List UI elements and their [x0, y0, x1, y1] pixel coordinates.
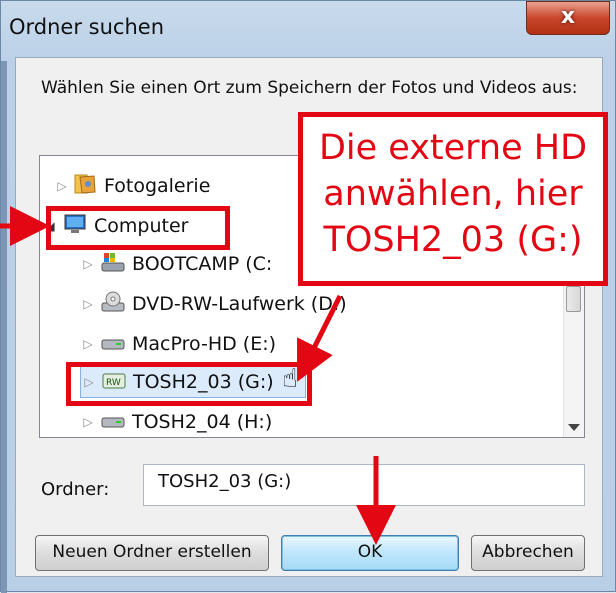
- windows-drive-icon: [100, 251, 126, 278]
- dvd-drive-icon: [100, 291, 126, 318]
- dialog-title: Ordner suchen: [9, 15, 164, 39]
- hard-drive-icon: [100, 331, 126, 358]
- hard-drive-icon: [100, 409, 126, 436]
- tree-item-label: BOOTCAMP (C:: [132, 253, 273, 275]
- highlight-computer: [46, 206, 230, 250]
- scrollbar-thumb[interactable]: [566, 286, 581, 312]
- tree-item-bootcamp[interactable]: ▷ BOOTCAMP (C:: [80, 248, 272, 280]
- annotation-callout: Die externe HD anwählen, hier TOSH2_03 (…: [298, 112, 608, 286]
- close-button[interactable]: x: [526, 1, 610, 35]
- tree-item-dvd-rw[interactable]: ▷ DVD-RW-Laufwerk (D:): [80, 288, 347, 320]
- tree-item-tosh2-04[interactable]: ▷ TOSH2_04 (H:): [80, 406, 273, 437]
- expand-arrow-icon[interactable]: ▷: [80, 297, 96, 311]
- folder-label: Ordner:: [41, 479, 110, 500]
- cancel-button[interactable]: Abbrechen: [471, 535, 585, 571]
- tree-item-label: MacPro-HD (E:): [132, 333, 277, 355]
- window-frame-edge: [1, 61, 7, 593]
- scroll-down-arrow-icon[interactable]: [568, 424, 580, 431]
- expand-arrow-icon[interactable]: ▷: [54, 179, 70, 193]
- expand-arrow-icon[interactable]: ▷: [80, 257, 96, 271]
- tree-item-macpro-hd[interactable]: ▷ MacPro-HD (E:): [80, 328, 276, 360]
- ok-button[interactable]: OK: [281, 535, 459, 571]
- tree-item-fotogalerie[interactable]: ▷ Fotogalerie: [54, 170, 210, 202]
- highlight-tosh2-03: [66, 362, 312, 406]
- folder-field[interactable]: TOSH2_03 (G:): [143, 464, 585, 506]
- tree-item-label: Fotogalerie: [104, 175, 211, 197]
- dialog-description: Wählen Sie einen Ort zum Speichern der F…: [41, 78, 578, 98]
- hand-cursor-icon: ☝: [282, 364, 298, 394]
- photo-gallery-icon: [74, 173, 98, 200]
- expand-arrow-icon[interactable]: ▷: [80, 337, 96, 351]
- folder-browse-dialog: Ordner suchen x Wählen Sie einen Ort zum…: [0, 0, 616, 593]
- tree-item-label: TOSH2_04 (H:): [132, 411, 273, 433]
- tree-item-label: DVD-RW-Laufwerk (D:): [132, 293, 347, 315]
- expand-arrow-icon[interactable]: ▷: [80, 415, 96, 429]
- new-folder-button[interactable]: Neuen Ordner erstellen: [35, 535, 269, 571]
